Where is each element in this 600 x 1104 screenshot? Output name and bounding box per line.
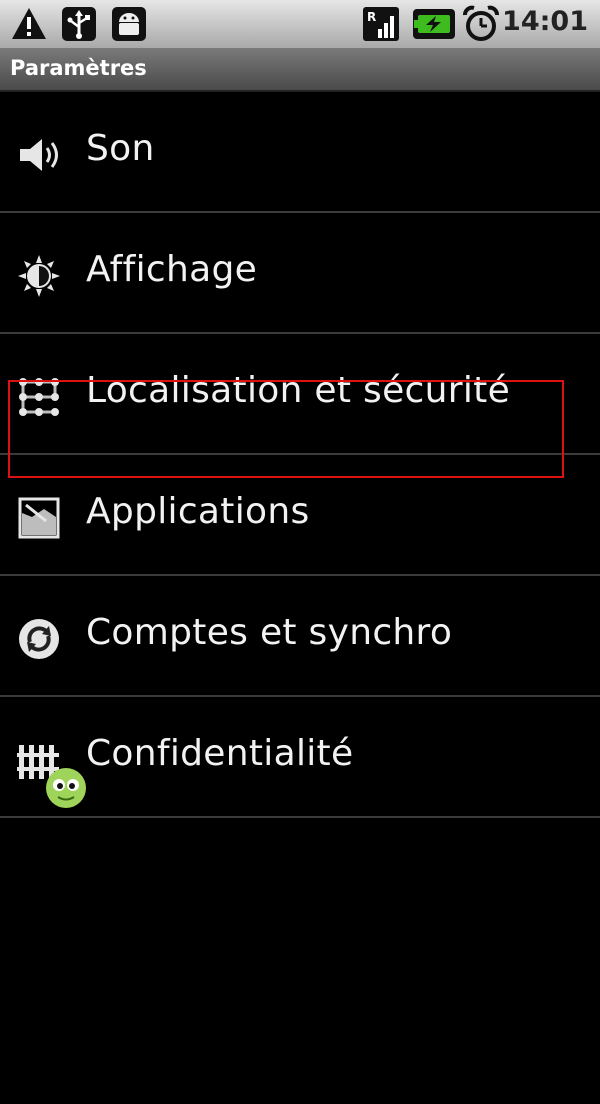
status-bar: R 14:01 [0,0,600,49]
brightness-icon [18,255,60,297]
svg-text:R: R [367,10,376,24]
mascot-face-icon [46,768,86,808]
settings-item-comptes-synchro[interactable]: Comptes et synchro [0,576,600,697]
alarm-clock-icon [463,5,499,41]
highlight-box [8,380,564,478]
speaker-icon [20,139,58,171]
warning-icon [12,8,46,39]
settings-item-confidentialite[interactable]: Confidentialité [0,697,600,818]
settings-item-label: Confidentialité [86,733,354,774]
title-bar: Paramètres [0,48,600,92]
page-title: Paramètres [10,56,147,80]
settings-item-label: Applications [86,491,310,532]
clock-time: 14:01 [502,6,588,37]
applications-icon [18,497,60,539]
settings-item-label: Comptes et synchro [86,612,453,653]
settings-item-label: Affichage [86,249,258,290]
settings-item-label: Son [86,128,155,169]
settings-item-affichage[interactable]: Affichage [0,213,600,334]
usb-icon [62,7,96,41]
battery-charging-icon [413,9,455,39]
signal-icon: R [363,7,399,41]
settings-item-son[interactable]: Son [0,92,600,213]
android-icon [112,7,146,41]
sync-icon [19,619,59,659]
